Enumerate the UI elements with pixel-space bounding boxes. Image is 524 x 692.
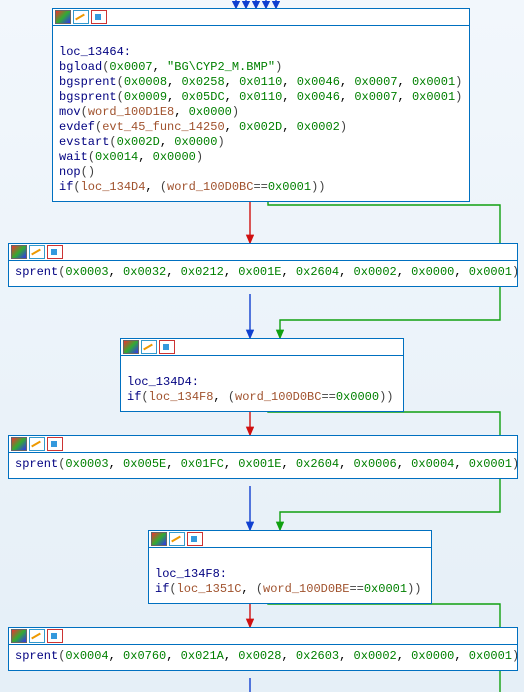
node-graph-icon [159,340,175,354]
node-header [149,531,431,548]
node-header [53,9,469,26]
cfg-node-loc_134D4[interactable]: loc_134D4:if(loc_134F8, (word_100D0BC==0… [120,338,404,412]
node-color-icon [123,340,139,354]
node-body: sprent(0x0003, 0x005E, 0x01FC, 0x001E, 0… [9,453,517,478]
node-edit-icon [73,10,89,24]
node-body: sprent(0x0003, 0x0032, 0x0212, 0x001E, 0… [9,261,517,286]
node-graph-icon [47,629,63,643]
node-graph-icon [47,245,63,259]
node-color-icon [11,629,27,643]
node-edit-icon [169,532,185,546]
node-graph-icon [47,437,63,451]
node-header [121,339,403,356]
cfg-node-sprent-1[interactable]: sprent(0x0003, 0x0032, 0x0212, 0x001E, 0… [8,243,518,287]
node-body: loc_134D4:if(loc_134F8, (word_100D0BC==0… [121,356,403,411]
node-edit-icon [29,629,45,643]
cfg-node-loc_13464[interactable]: loc_13464:bgload(0x0007, "BG\CYP2_M.BMP"… [52,8,470,202]
node-color-icon [151,532,167,546]
node-graph-icon [91,10,107,24]
node-body: sprent(0x0004, 0x0760, 0x021A, 0x0028, 0… [9,645,517,670]
node-body: loc_13464:bgload(0x0007, "BG\CYP2_M.BMP"… [53,26,469,201]
node-color-icon [11,245,27,259]
cfg-node-sprent-2[interactable]: sprent(0x0003, 0x005E, 0x01FC, 0x001E, 0… [8,435,518,479]
node-graph-icon [187,532,203,546]
node-edit-icon [29,245,45,259]
node-header [9,244,517,261]
cfg-node-sprent-3[interactable]: sprent(0x0004, 0x0760, 0x021A, 0x0028, 0… [8,627,518,671]
node-edit-icon [141,340,157,354]
node-color-icon [11,437,27,451]
cfg-node-loc_134F8[interactable]: loc_134F8:if(loc_1351C, (word_100D0BE==0… [148,530,432,604]
node-header [9,436,517,453]
node-header [9,628,517,645]
node-color-icon [55,10,71,24]
node-edit-icon [29,437,45,451]
node-body: loc_134F8:if(loc_1351C, (word_100D0BE==0… [149,548,431,603]
